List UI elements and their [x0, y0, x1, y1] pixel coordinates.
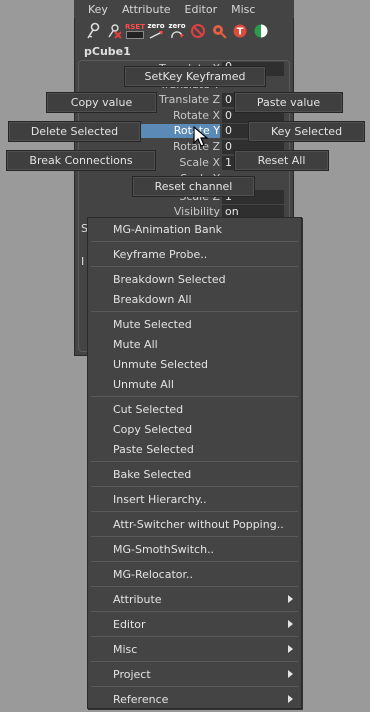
reset-channel-button[interactable]: Reset channel — [132, 176, 255, 197]
context-menu: MG-Animation Bank Keyframe Probe.. Break… — [87, 217, 302, 709]
key-selected-button[interactable]: Key Selected — [248, 121, 365, 142]
menu-item-mg-relocator[interactable]: MG-Relocator.. — [113, 568, 193, 581]
submenu-arrow-icon — [288, 645, 293, 653]
menu-item-copy-selected[interactable]: Copy Selected — [113, 423, 192, 436]
attr-value-scale-x[interactable]: 1 — [225, 156, 232, 169]
menu-item-mute-all[interactable]: Mute All — [113, 338, 158, 351]
submenu-arrow-icon — [288, 670, 293, 678]
menu-item-bake-selected[interactable]: Bake Selected — [113, 468, 191, 481]
menu-separator — [91, 611, 298, 612]
menu-item-keyframe-probe[interactable]: Keyframe Probe.. — [113, 248, 207, 261]
menu-item-cut-selected[interactable]: Cut Selected — [113, 403, 183, 416]
delete-selected-button[interactable]: Delete Selected — [8, 121, 141, 142]
menu-item-attribute[interactable]: Attribute — [113, 593, 162, 606]
setkey-keyframed-button[interactable]: SetKey Keyframed — [124, 66, 266, 87]
menu-separator — [91, 686, 298, 687]
menu-separator — [91, 266, 298, 267]
side-letter-i: I — [81, 255, 85, 268]
menu-item-mg-animation-bank[interactable]: MG-Animation Bank — [113, 223, 222, 236]
menu-item-mute-selected[interactable]: Mute Selected — [113, 318, 192, 331]
menu-item-paste-selected[interactable]: Paste Selected — [113, 443, 194, 456]
attr-value-translate-z[interactable]: 0 — [225, 93, 232, 106]
attr-value-rotate-z[interactable]: 0 — [225, 140, 232, 153]
attr-value-rotate-x[interactable]: 0 — [225, 109, 232, 122]
attr-label-rotate-x: Rotate X — [172, 109, 220, 122]
menu-separator — [91, 511, 298, 512]
break-connections-button[interactable]: Break Connections — [6, 150, 156, 171]
mouse-pointer-icon — [193, 125, 209, 148]
attr-label-scale-x: Scale X — [179, 156, 220, 169]
menu-separator — [91, 241, 298, 242]
menu-separator — [91, 536, 298, 537]
menu-separator — [91, 461, 298, 462]
menu-item-breakdown-all[interactable]: Breakdown All — [113, 293, 192, 306]
menu-item-editor[interactable]: Editor — [113, 618, 146, 631]
menu-item-attr-switcher[interactable]: Attr-Switcher without Popping.. — [113, 518, 284, 531]
menu-item-reference[interactable]: Reference — [113, 693, 168, 706]
menu-item-unmute-all[interactable]: Unmute All — [113, 378, 174, 391]
attr-label-translate-z: Translate Z — [159, 93, 220, 106]
attr-value-rotate-y[interactable]: 0 — [225, 124, 232, 137]
menu-separator — [91, 561, 298, 562]
menu-item-insert-hierarchy[interactable]: Insert Hierarchy.. — [113, 493, 207, 506]
paste-value-button[interactable]: Paste value — [234, 92, 343, 113]
menu-separator — [91, 636, 298, 637]
menu-separator — [91, 396, 298, 397]
copy-value-button[interactable]: Copy value — [46, 92, 157, 113]
reset-all-button[interactable]: Reset All — [234, 150, 329, 171]
menu-separator — [91, 311, 298, 312]
submenu-arrow-icon — [288, 595, 293, 603]
menu-item-project[interactable]: Project — [113, 668, 151, 681]
menu-item-breakdown-selected[interactable]: Breakdown Selected — [113, 273, 226, 286]
menu-item-mg-smothswitch[interactable]: MG-SmothSwitch.. — [113, 543, 214, 556]
submenu-arrow-icon — [288, 620, 293, 628]
menu-separator — [91, 486, 298, 487]
menu-item-misc[interactable]: Misc — [113, 643, 137, 656]
menu-item-unmute-selected[interactable]: Unmute Selected — [113, 358, 208, 371]
menu-separator — [91, 586, 298, 587]
submenu-arrow-icon — [288, 695, 293, 703]
menu-separator — [91, 661, 298, 662]
